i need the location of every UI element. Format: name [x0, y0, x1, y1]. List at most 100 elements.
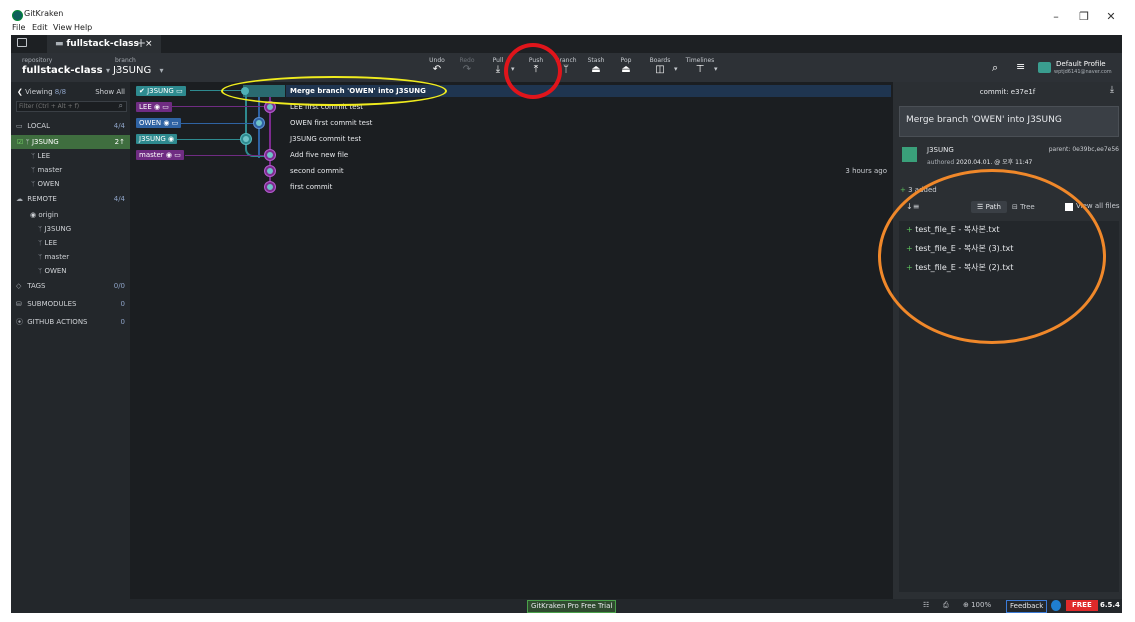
github-icon: ◉ ▭ — [151, 103, 169, 111]
submodule-icon: ⛁ — [16, 300, 22, 308]
redo-button[interactable]: Redo ↷ — [454, 57, 480, 76]
local-label: LOCAL — [27, 122, 50, 130]
version-label: 6.5.4 — [1100, 601, 1120, 609]
github-actions-count: 0 — [120, 318, 125, 326]
commit-message[interactable]: Add five new file — [290, 149, 348, 161]
ref-label-j3sung[interactable]: ✔ J3SUNG ▭ — [136, 86, 186, 96]
commit-node[interactable] — [264, 181, 276, 193]
computer-icon: ▭ — [173, 87, 183, 95]
commit-node[interactable] — [253, 117, 265, 129]
menu-icon[interactable]: ≡ — [1016, 60, 1025, 73]
profile-name[interactable]: Default Profile — [1056, 60, 1106, 68]
pop-button[interactable]: Pop ⏏ — [613, 57, 639, 76]
branch-label: J3SUNG — [44, 225, 72, 233]
menu-edit[interactable]: Edit — [32, 23, 48, 32]
commit-message[interactable]: OWEN first commit test — [290, 117, 372, 129]
redo-label: Redo — [459, 57, 475, 64]
local-branch-j3sung[interactable]: ☑ ᛘ J3SUNG 2↑ — [11, 135, 130, 149]
filter-input[interactable] — [19, 102, 114, 111]
remote-section-header[interactable]: ☁ REMOTE 4/4 — [11, 192, 130, 206]
local-branch-lee[interactable]: ᛘ LEE — [11, 149, 130, 163]
zoom-control[interactable]: ⊕ 100% — [963, 601, 991, 609]
new-tab-icon[interactable]: + — [136, 36, 146, 50]
stash-icon: ⏏ — [591, 64, 601, 75]
branch-label: LEE — [44, 239, 58, 247]
commit-node[interactable] — [264, 149, 276, 161]
list-view-icon[interactable]: ☷ — [923, 601, 929, 609]
branch-label: OWEN — [37, 180, 60, 188]
ref-label-j3sung-remote[interactable]: J3SUNG ◉ — [136, 134, 178, 144]
menu-view[interactable]: View — [53, 23, 72, 32]
commit-graph: ✔ J3SUNG ▭ LEE ◉ ▭ OWEN ◉ ▭ J3SUNG ◉ mas… — [130, 76, 893, 599]
local-branch-master[interactable]: ᛘ master — [11, 163, 130, 177]
undo-button[interactable]: Undo ↶ — [424, 57, 450, 76]
github-actions-label: GITHUB ACTIONS — [27, 318, 88, 326]
menu-help[interactable]: Help — [74, 23, 92, 32]
branch-selector[interactable]: J3SUNG ▾ — [113, 65, 164, 76]
folder-icon[interactable] — [17, 38, 27, 47]
remote-branch-master[interactable]: ᛘ master — [11, 250, 130, 264]
branch-label: LEE — [37, 152, 51, 160]
boards-dropdown-icon[interactable]: ▾ — [674, 65, 678, 73]
local-branch-owen[interactable]: ᛘ OWEN — [11, 177, 130, 191]
show-all-button[interactable]: Show All — [95, 85, 125, 99]
ref-label-master[interactable]: master ◉ ▭ — [136, 150, 184, 160]
filter-search-icon: ⌕ — [118, 101, 123, 110]
feedback-button[interactable]: Feedback — [1006, 600, 1048, 613]
repo-tab-label: fullstack-class — [66, 39, 139, 49]
menu-file[interactable]: File — [12, 23, 25, 32]
profile-avatar-icon[interactable] — [1038, 62, 1051, 73]
branch-label: master — [37, 166, 63, 174]
redo-icon: ↷ — [462, 64, 472, 75]
close-tab-icon[interactable]: × — [145, 39, 153, 49]
stash-button[interactable]: Stash ⏏ — [583, 57, 609, 76]
download-icon[interactable]: ⤓ — [1110, 85, 1114, 95]
submodules-count: 0 — [120, 300, 125, 308]
check-icon: ✔ — [139, 87, 148, 95]
pop-label: Pop — [620, 57, 632, 64]
ref-connector — [185, 155, 270, 156]
minimize-icon[interactable]: – — [1046, 10, 1066, 23]
remote-branch-owen[interactable]: ᛘ OWEN — [11, 264, 130, 278]
tags-label: TAGS — [27, 282, 46, 290]
ref-connector — [175, 139, 245, 140]
ref-label-lee[interactable]: LEE ◉ ▭ — [136, 102, 172, 112]
pro-trial-button[interactable]: GitKraken Pro Free Trial — [527, 600, 617, 613]
print-icon[interactable]: ⎙ — [943, 601, 949, 610]
branch-name: J3SUNG — [113, 65, 152, 76]
timelines-button[interactable]: Timelines ⊤ — [684, 57, 716, 76]
restore-icon[interactable]: ❐ — [1074, 10, 1094, 23]
plan-badge[interactable]: FREE — [1066, 600, 1098, 611]
repository-selector[interactable]: fullstack-class ▾ › — [22, 65, 118, 76]
commit-message[interactable]: second commit — [290, 165, 344, 177]
ref-label-owen[interactable]: OWEN ◉ ▭ — [136, 118, 182, 128]
search-icon[interactable]: ⌕ — [992, 61, 998, 75]
commit-node[interactable] — [264, 165, 276, 177]
github-actions-section-header[interactable]: ⦿ GITHUB ACTIONS 0 — [11, 315, 130, 329]
toolbar: repository fullstack-class ▾ › branch J3… — [11, 53, 1122, 82]
commit-message[interactable]: J3SUNG commit test — [290, 133, 361, 145]
submodules-section-header[interactable]: ⛁ SUBMODULES 0 — [11, 297, 130, 311]
authored-line: authored 2020.04.01. @ 오후 11:47 — [927, 157, 1032, 166]
branch-icon: ᛘ — [38, 239, 43, 247]
info-icon[interactable] — [1051, 600, 1061, 611]
filter-box[interactable]: ⌕ — [16, 101, 127, 112]
commit-time: 3 hours ago — [845, 167, 887, 175]
timelines-dropdown-icon[interactable]: ▾ — [714, 65, 718, 73]
boards-button[interactable]: Boards ◫ — [647, 57, 673, 76]
remote-origin[interactable]: ◉ origin — [11, 208, 130, 222]
commit-message-box[interactable]: Merge branch 'OWEN' into J3SUNG — [899, 106, 1119, 137]
local-section-header[interactable]: ▭ LOCAL 4/4 — [11, 119, 130, 133]
tags-section-header[interactable]: ◇ TAGS 0/0 — [11, 279, 130, 293]
close-window-icon[interactable]: ✕ — [1101, 10, 1121, 23]
ref-name: LEE — [139, 103, 152, 111]
commit-node[interactable] — [240, 133, 252, 145]
parent-shas[interactable]: parent: 0e39bc,ee7e56 — [1049, 146, 1119, 153]
back-icon[interactable]: ❮ — [17, 88, 23, 96]
commit-message[interactable]: first commit — [290, 181, 332, 193]
left-panel: ❮ Viewing 8/8 Show All ⌕ ▭ LOCAL 4/4 ☑ ᛘ… — [11, 82, 130, 599]
remote-branch-lee[interactable]: ᛘ LEE — [11, 236, 130, 250]
remote-branch-j3sung[interactable]: ᛘ J3SUNG — [11, 222, 130, 236]
status-bar: GitKraken Pro Free Trial ☷ ⎙ ⊕ 100% Feed… — [11, 599, 1122, 613]
branch-icon: ᛘ — [31, 180, 36, 188]
